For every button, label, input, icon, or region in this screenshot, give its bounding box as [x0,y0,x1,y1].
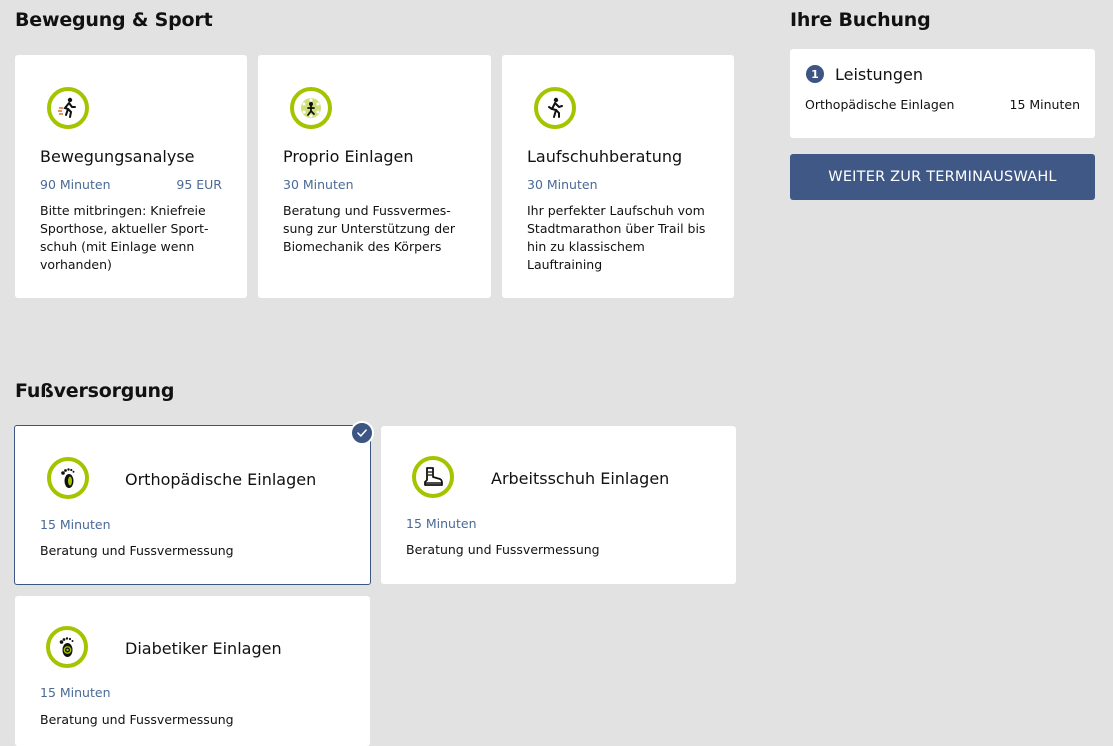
work-boot-icon [412,456,454,498]
card-duration: 15 Minuten [406,516,477,531]
booking-summary: 1 Leistungen Orthopädische Einlagen 15 M… [790,49,1095,138]
service-card-laufschuhberatung[interactable]: Laufschuhberatung 30 Minuten Ihr perfekt… [502,55,734,298]
booking-item-name: Orthopädische Einlagen [805,97,955,112]
section-title-sport: Bewegung & Sport [15,9,213,31]
section-title-foot: Fußversorgung [15,380,175,402]
card-title: Laufschuhberatung [527,147,683,166]
diabetic-foot-icon [46,626,88,668]
step-number-badge: 1 [806,65,824,83]
card-description: Bitte mitbringen: Kniefreie Sporthose, a… [40,203,209,272]
balance-figure-icon [290,87,332,129]
booking-heading: Leistungen [835,65,923,84]
runner-icon [534,87,576,129]
card-description: Ihr perfekter Laufschuh vom Stadtmaratho… [527,203,706,272]
card-title: Orthopädische Einlagen [125,470,317,489]
card-title: Proprio Einlagen [283,147,414,166]
service-card-orthopaedische-einlagen[interactable]: Orthopädische Einlagen 15 Minuten Beratu… [14,425,371,585]
card-price: 95 EUR [176,177,222,192]
card-duration: 30 Minuten [527,177,598,192]
section-title-booking: Ihre Buchung [790,9,931,31]
footprint-icon [47,457,89,499]
service-card-arbeitsschuh-einlagen[interactable]: Arbeitsschuh Einlagen 15 Minuten Beratun… [381,426,736,584]
card-description: Beratung und Fussvermessung [40,712,234,727]
service-card-diabetiker-einlagen[interactable]: Diabetiker Einlagen 15 Minuten Beratung … [15,596,370,746]
card-duration: 30 Minuten [283,177,354,192]
running-person-icon [47,87,89,129]
selected-check-icon [350,421,374,445]
card-duration: 15 Minuten [40,517,111,532]
service-card-proprio-einlagen[interactable]: Proprio Einlagen 30 Minuten Beratung und… [258,55,491,298]
card-duration: 15 Minuten [40,685,111,700]
service-card-bewegungsanalyse[interactable]: Bewegungsanalyse 90 Minuten 95 EUR Bitte… [15,55,247,298]
card-description: Beratung und Fussvermessung [406,542,600,557]
card-title: Bewegungsanalyse [40,147,195,166]
continue-to-appointment-button[interactable]: WEITER ZUR TERMINAUSWAHL [790,154,1095,200]
card-duration: 90 Minuten [40,177,111,192]
card-title: Diabetiker Einlagen [125,639,282,658]
booking-item-duration: 15 Minuten [1009,97,1081,112]
card-description: Beratung und Fussvermessung [40,543,234,558]
card-title: Arbeitsschuh Einlagen [491,469,670,488]
card-description: Beratung und Fussvermes-sung zur Unterst… [283,203,455,254]
